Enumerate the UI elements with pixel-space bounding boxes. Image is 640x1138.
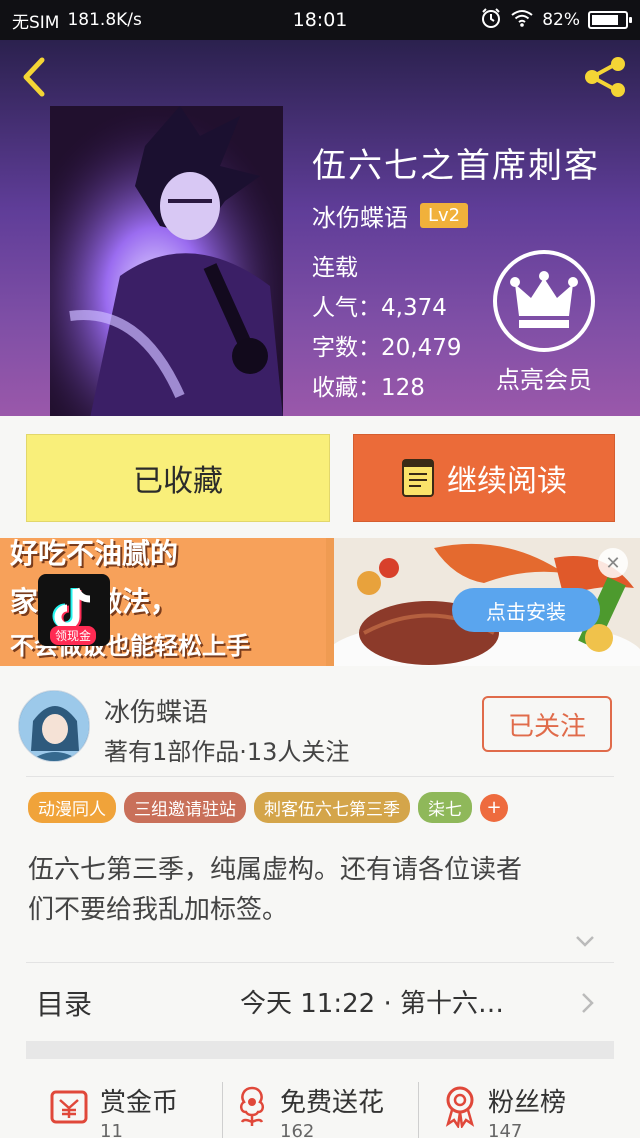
- tag-item[interactable]: 动漫同人: [28, 792, 116, 823]
- ad-close-button[interactable]: ✕: [598, 548, 628, 578]
- avatar-image: [19, 691, 89, 761]
- battery-percent: 82%: [542, 10, 580, 30]
- book-description: 伍六七第三季，纯属虚构。还有请各位读者 们不要给我乱加标签。: [28, 850, 614, 930]
- book-icon: [402, 459, 434, 497]
- stat-divider: [418, 1082, 419, 1138]
- member-button[interactable]: [493, 250, 595, 352]
- battery-fill: [592, 15, 619, 25]
- fan-ranking-label: 粉丝榜: [488, 1088, 567, 1118]
- tiktok-badge: 领现金: [50, 626, 97, 645]
- follow-button[interactable]: 已关注: [482, 696, 612, 752]
- author-section-info: 著有1部作品·13人关注: [104, 738, 350, 766]
- wifi-icon: [510, 9, 534, 32]
- collected-button[interactable]: 已收藏: [26, 434, 330, 522]
- stat-divider: [222, 1082, 223, 1138]
- flower-icon: [240, 1086, 264, 1126]
- reward-coin-value: 11: [100, 1121, 123, 1138]
- network-speed: 181.8K/s: [67, 10, 142, 30]
- avatar[interactable]: [18, 690, 90, 762]
- word-count-stat: 字数：20,479: [312, 335, 462, 361]
- chevron-down-icon: [576, 936, 594, 947]
- alarm-icon: [480, 7, 502, 34]
- ad-line-1: 好吃不油腻的: [10, 538, 179, 570]
- send-flower-button[interactable]: 免费送花 162: [232, 1082, 384, 1138]
- author-section-name[interactable]: 冰伤蝶语: [104, 692, 208, 729]
- more-tags-button[interactable]: +: [480, 793, 508, 822]
- crown-icon: [510, 271, 578, 328]
- status-left: 无SIM 181.8K/s: [12, 8, 142, 33]
- fan-ranking-value: 147: [488, 1121, 523, 1138]
- tag-item[interactable]: 三组邀请驻站: [124, 792, 246, 823]
- reward-coin-label: 赏金币: [100, 1088, 179, 1118]
- close-icon: ✕: [605, 552, 621, 574]
- toc-label: 目录: [36, 988, 93, 1021]
- follow-label: 已关注: [507, 711, 586, 742]
- coin-icon: [50, 1090, 88, 1124]
- book-detail-page: 无SIM 181.8K/s 18:01 82% 伍六七之首席刺客 冰伤蝶语 Lv…: [0, 0, 640, 1138]
- divider-line: [26, 962, 614, 963]
- tag-item[interactable]: 柒七: [418, 792, 472, 823]
- tag-list: 动漫同人 三组邀请驻站 刺客伍六七第三季 柒七 +: [28, 792, 508, 823]
- author-name[interactable]: 冰伤蝶语: [312, 198, 408, 233]
- continue-reading-label: 继续阅读: [447, 464, 567, 499]
- status-right: 82%: [480, 7, 632, 34]
- divider-line: [26, 776, 614, 777]
- share-button[interactable]: [582, 54, 628, 100]
- bottom-stats: 赏金币 11 免费送花 162 粉丝榜 147: [0, 1072, 640, 1138]
- serial-status: 连载: [312, 255, 358, 281]
- battery-icon: [588, 11, 632, 29]
- back-button[interactable]: [16, 54, 52, 100]
- send-flower-label: 免费送花: [280, 1088, 385, 1118]
- author-row: 冰伤蝶语 Lv2: [312, 198, 469, 233]
- favorites-stat: 收藏：128: [312, 375, 425, 401]
- continue-reading-button[interactable]: 继续阅读: [353, 434, 615, 522]
- description-line-1: 伍六七第三季，纯属虚构。还有请各位读者: [28, 855, 523, 885]
- member-label[interactable]: 点亮会员: [493, 360, 595, 395]
- table-of-contents-row[interactable]: 目录 今天 11:22 · 第十六…: [0, 965, 640, 1041]
- medal-icon: [445, 1086, 475, 1128]
- chevron-left-icon: [23, 57, 45, 97]
- level-badge: Lv2: [420, 203, 469, 228]
- fan-ranking-button[interactable]: 粉丝榜 147: [440, 1082, 566, 1138]
- send-flower-value: 162: [280, 1121, 315, 1138]
- ad-text-panel: 好吃不油腻的 家常菜做法， 不会做饭也能轻松上手 领现金: [0, 538, 326, 666]
- carrier-text: 无SIM: [12, 12, 60, 33]
- reward-coin-button[interactable]: 赏金币 11: [46, 1082, 178, 1138]
- book-header: 伍六七之首席刺客 冰伤蝶语 Lv2 连载 人气：4,374 字数：20,479 …: [0, 40, 640, 416]
- chevron-right-icon: [580, 991, 596, 1015]
- book-title: 伍六七之首席刺客: [312, 146, 600, 186]
- author-section: 冰伤蝶语 著有1部作品·13人关注 已关注: [0, 676, 640, 776]
- share-icon: [585, 57, 625, 97]
- ad-install-button[interactable]: 点击安装: [452, 588, 600, 632]
- status-bar: 无SIM 181.8K/s 18:01 82%: [0, 0, 640, 40]
- description-line-2: 们不要给我乱加标签。: [28, 895, 289, 925]
- popularity-stat: 人气：4,374: [312, 295, 447, 321]
- latest-chapter: 今天 11:22 · 第十六…: [240, 989, 504, 1019]
- section-separator: [26, 1041, 614, 1059]
- tag-item[interactable]: 刺客伍六七第三季: [254, 792, 410, 823]
- cover-art: [50, 106, 283, 416]
- expand-description-button[interactable]: [574, 930, 596, 952]
- action-bar: 已收藏 继续阅读: [0, 416, 640, 526]
- collected-label: 已收藏: [133, 464, 223, 499]
- book-cover[interactable]: [50, 106, 283, 416]
